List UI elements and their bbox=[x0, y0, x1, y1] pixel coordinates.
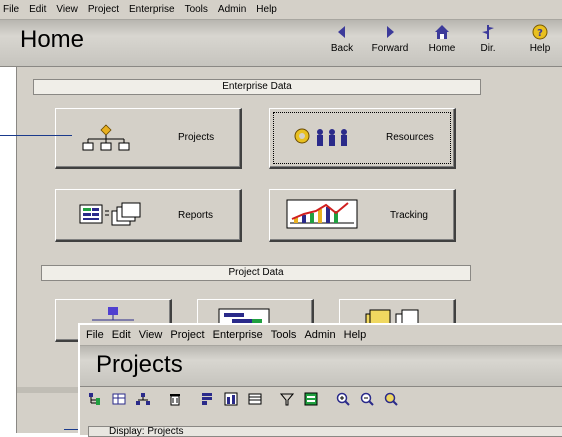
zoom-in-button[interactable] bbox=[334, 390, 352, 408]
org-icon bbox=[136, 393, 150, 405]
table-icon bbox=[248, 393, 262, 405]
display-bar-text: Display: Projects bbox=[109, 426, 184, 437]
zoom-fit-icon bbox=[384, 392, 398, 406]
menu-admin[interactable]: Admin bbox=[213, 4, 251, 15]
projects-header: Projects bbox=[80, 346, 562, 387]
zoom-out-icon bbox=[360, 392, 374, 406]
projects-page-title: Projects bbox=[96, 351, 183, 378]
filter-icon bbox=[280, 393, 294, 406]
menu2-tools[interactable]: Tools bbox=[267, 329, 301, 341]
tracking-chart-icon bbox=[286, 199, 358, 229]
org-button[interactable] bbox=[134, 390, 152, 408]
reports-tile-label: Reports bbox=[178, 210, 214, 221]
columns-button[interactable] bbox=[198, 390, 216, 408]
page-title: Home bbox=[20, 26, 85, 53]
menu-view[interactable]: View bbox=[51, 4, 83, 15]
projects-tile[interactable]: Projects bbox=[55, 108, 242, 169]
menu2-help[interactable]: Help bbox=[340, 329, 371, 341]
help-button[interactable]: ? Help bbox=[518, 24, 562, 62]
page-header: Home Back Forward Home Dir. ? Help bbox=[0, 20, 562, 67]
display-bar: Display: Projects bbox=[88, 426, 562, 437]
menu2-admin[interactable]: Admin bbox=[300, 329, 339, 341]
callout-line-upper bbox=[0, 135, 72, 136]
resources-tile[interactable]: Resources bbox=[269, 108, 456, 169]
menu-edit[interactable]: Edit bbox=[24, 4, 51, 15]
zoom-in-icon bbox=[336, 392, 350, 406]
columns-icon bbox=[202, 393, 212, 405]
back-label: Back bbox=[330, 43, 354, 54]
table-button[interactable] bbox=[246, 390, 264, 408]
trash-button[interactable] bbox=[166, 390, 184, 408]
resources-tile-label: Resources bbox=[386, 132, 434, 143]
hierarchy-icon bbox=[89, 393, 100, 405]
bar-chart-icon bbox=[224, 392, 238, 406]
layout-button[interactable] bbox=[302, 390, 320, 408]
menu2-view[interactable]: View bbox=[135, 329, 167, 341]
help-icon: ? bbox=[532, 24, 548, 40]
menu2-project[interactable]: Project bbox=[166, 329, 208, 341]
help-label: Help bbox=[529, 43, 551, 54]
trash-icon bbox=[170, 394, 180, 406]
reports-tile[interactable]: Reports bbox=[55, 189, 242, 242]
menu-help[interactable]: Help bbox=[251, 4, 282, 15]
menu-tools[interactable]: Tools bbox=[180, 4, 213, 15]
grid-view-button[interactable] bbox=[110, 390, 128, 408]
forward-label: Forward bbox=[371, 43, 409, 54]
menu-project[interactable]: Project bbox=[83, 4, 124, 15]
zoom-out-button[interactable] bbox=[358, 390, 376, 408]
enterprise-data-heading: Enterprise Data bbox=[33, 79, 481, 95]
forward-arrow-icon bbox=[387, 26, 394, 38]
zoom-fit-button[interactable] bbox=[382, 390, 400, 408]
menu-enterprise[interactable]: Enterprise bbox=[124, 4, 180, 15]
menu2-edit[interactable]: Edit bbox=[108, 329, 135, 341]
directory-button[interactable]: Dir. bbox=[466, 24, 510, 62]
report-pages-icon bbox=[79, 202, 141, 226]
tracking-tile-label: Tracking bbox=[390, 210, 428, 221]
projects-tile-label: Projects bbox=[178, 132, 215, 143]
filter-button[interactable] bbox=[278, 390, 296, 408]
home-label: Home bbox=[428, 43, 456, 54]
menu-file[interactable]: File bbox=[0, 4, 24, 15]
menu2-enterprise[interactable]: Enterprise bbox=[209, 329, 267, 341]
people-icon bbox=[294, 128, 347, 146]
grid-view-icon bbox=[112, 393, 126, 405]
layout-icon bbox=[304, 392, 318, 406]
menu2-file[interactable]: File bbox=[80, 329, 108, 341]
svg-text:?: ? bbox=[537, 28, 543, 39]
back-arrow-icon bbox=[338, 26, 345, 38]
hierarchy-button[interactable] bbox=[86, 390, 104, 408]
home-button[interactable]: Home bbox=[420, 24, 464, 62]
tracking-tile[interactable]: Tracking bbox=[269, 189, 456, 242]
project-data-heading: Project Data bbox=[41, 265, 471, 281]
forward-button[interactable]: Forward bbox=[368, 24, 412, 62]
directory-label: Dir. bbox=[480, 43, 496, 54]
back-button[interactable]: Back bbox=[320, 24, 364, 62]
projects-menu-bar: File Edit View Project Enterprise Tools … bbox=[80, 325, 562, 346]
directory-icon bbox=[482, 25, 494, 39]
projects-window: File Edit View Project Enterprise Tools … bbox=[78, 323, 562, 437]
org-chart-icon bbox=[82, 124, 130, 151]
menu-bar: File Edit View Project Enterprise Tools … bbox=[0, 0, 562, 20]
projects-toolbar bbox=[80, 387, 562, 411]
home-icon bbox=[435, 25, 449, 39]
bar-chart-button[interactable] bbox=[222, 390, 240, 408]
